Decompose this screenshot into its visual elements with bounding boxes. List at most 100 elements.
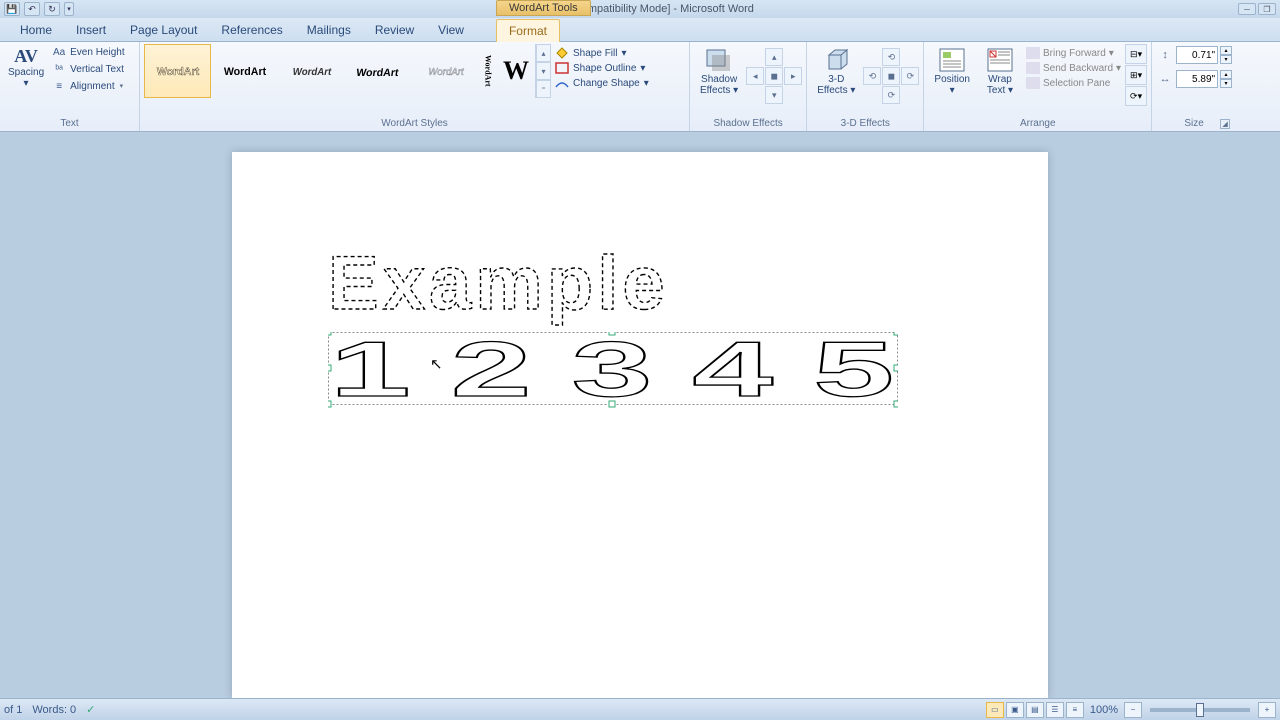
redo-icon[interactable]: ↻ <box>44 2 60 16</box>
width-spin-up[interactable]: ▴ <box>1220 70 1232 79</box>
selection-pane-button[interactable]: Selection Pane <box>1024 76 1123 90</box>
wordart-example[interactable]: Example <box>328 247 894 332</box>
chevron-down-icon: ▾ <box>644 78 649 89</box>
undo-icon[interactable]: ↶ <box>24 2 40 16</box>
shape-outline-button[interactable]: Shape Outline ▾ <box>553 61 651 75</box>
wordart-style-5[interactable]: WordArt <box>412 44 479 98</box>
outline-view[interactable]: ☰ <box>1046 702 1064 718</box>
wordart-style-1[interactable]: WordArt <box>144 44 211 98</box>
document-area[interactable]: Example 1 2 3 4 5 ↖ <box>0 132 1280 698</box>
page-status[interactable]: of 1 <box>4 704 22 716</box>
tab-home[interactable]: Home <box>8 19 64 41</box>
shape-outline-label: Shape Outline <box>573 63 636 74</box>
width-input[interactable] <box>1176 70 1218 88</box>
ribbon-tabs: Home Insert Page Layout References Maili… <box>0 18 1280 42</box>
nudge-right-icon[interactable]: ▸ <box>784 67 802 85</box>
nudge-left-icon[interactable]: ◂ <box>746 67 764 85</box>
tab-page-layout[interactable]: Page Layout <box>118 19 209 41</box>
wrap-text-button[interactable]: Wrap Text ▾ <box>978 44 1022 98</box>
height-input[interactable] <box>1176 46 1218 64</box>
shadow-nudge-pad: ▴ ◂◼▸ ▾ <box>746 44 802 104</box>
alignment-label: Alignment <box>70 81 114 92</box>
wordart-edit-text[interactable]: W <box>497 44 535 98</box>
shape-fill-button[interactable]: Shape Fill ▾ <box>553 46 651 60</box>
size-dialog-launcher[interactable]: ◢ <box>1220 119 1230 129</box>
tab-review[interactable]: Review <box>363 19 426 41</box>
rotate-button[interactable]: ⟳▾ <box>1125 86 1147 106</box>
wordart-style-4[interactable]: WordArt <box>345 44 412 98</box>
proofing-icon[interactable]: ✓ <box>86 703 95 716</box>
chevron-down-icon: ▾ <box>120 82 124 90</box>
svg-text:WordArt: WordArt <box>292 67 331 78</box>
zoom-out-button[interactable]: − <box>1124 702 1142 718</box>
arrange-group-label: Arrange <box>928 116 1147 131</box>
position-label: Position <box>934 74 970 85</box>
wordart-numbers[interactable]: 1 2 3 4 5 <box>328 332 898 413</box>
tab-references[interactable]: References <box>209 19 294 41</box>
svg-text:WordArt: WordArt <box>428 67 465 78</box>
gallery-more-icon[interactable]: ⁼ <box>536 80 551 98</box>
3d-toggle-icon[interactable]: ◼ <box>882 67 900 85</box>
even-height-icon: Aa <box>52 45 66 59</box>
nudge-down-icon[interactable]: ▾ <box>765 86 783 104</box>
vertical-text-button[interactable]: ᵇᵃ Vertical Text <box>50 61 126 77</box>
gallery-up-icon[interactable]: ▴ <box>536 44 551 62</box>
draft-view[interactable]: ≡ <box>1066 702 1084 718</box>
wordart-tools-contextual-tab[interactable]: WordArt Tools <box>496 0 591 16</box>
status-bar: of 1 Words: 0 ✓ ▭ ▣ ▤ ☰ ≡ 100% − + <box>0 698 1280 720</box>
3d-effects-button[interactable]: 3-D Effects ▾ <box>811 44 861 98</box>
height-spin-down[interactable]: ▾ <box>1220 55 1232 64</box>
shadow-group-label: Shadow Effects <box>694 116 802 131</box>
wordart-style-vertical[interactable]: WordArt <box>479 44 497 98</box>
word-count[interactable]: Words: 0 <box>32 704 76 716</box>
tilt-right-icon[interactable]: ⟳ <box>901 67 919 85</box>
qat-dropdown-icon[interactable]: ▾ <box>64 2 74 16</box>
title-bar: 💾 ↶ ↻ ▾ example [Compatibility Mode] - M… <box>0 0 1280 18</box>
alignment-button[interactable]: ≡ Alignment ▾ <box>50 78 126 94</box>
cube-icon <box>820 46 852 74</box>
wordart-style-2[interactable]: WordArt <box>211 44 278 98</box>
even-height-button[interactable]: Aa Even Height <box>50 44 126 60</box>
zoom-in-button[interactable]: + <box>1258 702 1276 718</box>
tilt-down-icon[interactable]: ⟳ <box>882 86 900 104</box>
width-spin-down[interactable]: ▾ <box>1220 79 1232 88</box>
position-button[interactable]: Position ▾ <box>928 44 976 98</box>
ribbon: AV Spacing ▾ Aa Even Height ᵇᵃ Vertical … <box>0 42 1280 132</box>
group-objects-button[interactable]: ⊞▾ <box>1125 65 1147 85</box>
bring-forward-button[interactable]: Bring Forward▾ <box>1024 46 1123 60</box>
change-shape-button[interactable]: Change Shape ▾ <box>553 76 651 90</box>
height-spin-up[interactable]: ▴ <box>1220 46 1232 55</box>
save-icon[interactable]: 💾 <box>4 2 20 16</box>
send-backward-button[interactable]: Send Backward▾ <box>1024 61 1123 75</box>
page[interactable]: Example 1 2 3 4 5 ↖ <box>232 152 1048 698</box>
shadow-icon <box>703 46 735 74</box>
full-screen-view[interactable]: ▣ <box>1006 702 1024 718</box>
align-button[interactable]: ⊟▾ <box>1125 44 1147 64</box>
tab-format[interactable]: Format <box>496 19 560 42</box>
nudge-up-icon[interactable]: ▴ <box>765 48 783 66</box>
spacing-icon: AV <box>14 46 38 67</box>
tab-insert[interactable]: Insert <box>64 19 118 41</box>
group-wordart-styles: WordArt WordArt WordArt WordArt WordArt … <box>140 42 690 131</box>
tilt-left-icon[interactable]: ⟲ <box>863 67 881 85</box>
web-layout-view[interactable]: ▤ <box>1026 702 1044 718</box>
shadow-toggle-icon[interactable]: ◼ <box>765 67 783 85</box>
zoom-thumb[interactable] <box>1196 703 1204 717</box>
chevron-down-icon: ▾ <box>1008 85 1013 96</box>
shadow-effects-button[interactable]: Shadow Effects ▾ <box>694 44 744 98</box>
print-layout-view[interactable]: ▭ <box>986 702 1004 718</box>
restore-button[interactable]: ❐ <box>1258 3 1276 15</box>
minimize-button[interactable]: ─ <box>1238 3 1256 15</box>
tab-mailings[interactable]: Mailings <box>295 19 363 41</box>
wordart-style-3[interactable]: WordArt <box>278 44 345 98</box>
gallery-down-icon[interactable]: ▾ <box>536 62 551 80</box>
chevron-down-icon: ▾ <box>24 78 29 89</box>
size-group-label: Size◢ <box>1156 116 1232 131</box>
spacing-button[interactable]: AV Spacing ▾ <box>4 44 48 91</box>
tilt-up-icon[interactable]: ⟲ <box>882 48 900 66</box>
wordart-gallery[interactable]: WordArt WordArt WordArt WordArt WordArt … <box>144 44 551 98</box>
tab-view[interactable]: View <box>426 19 476 41</box>
zoom-slider[interactable] <box>1150 708 1250 712</box>
svg-text:WordArt: WordArt <box>355 67 399 79</box>
zoom-level[interactable]: 100% <box>1090 704 1118 716</box>
